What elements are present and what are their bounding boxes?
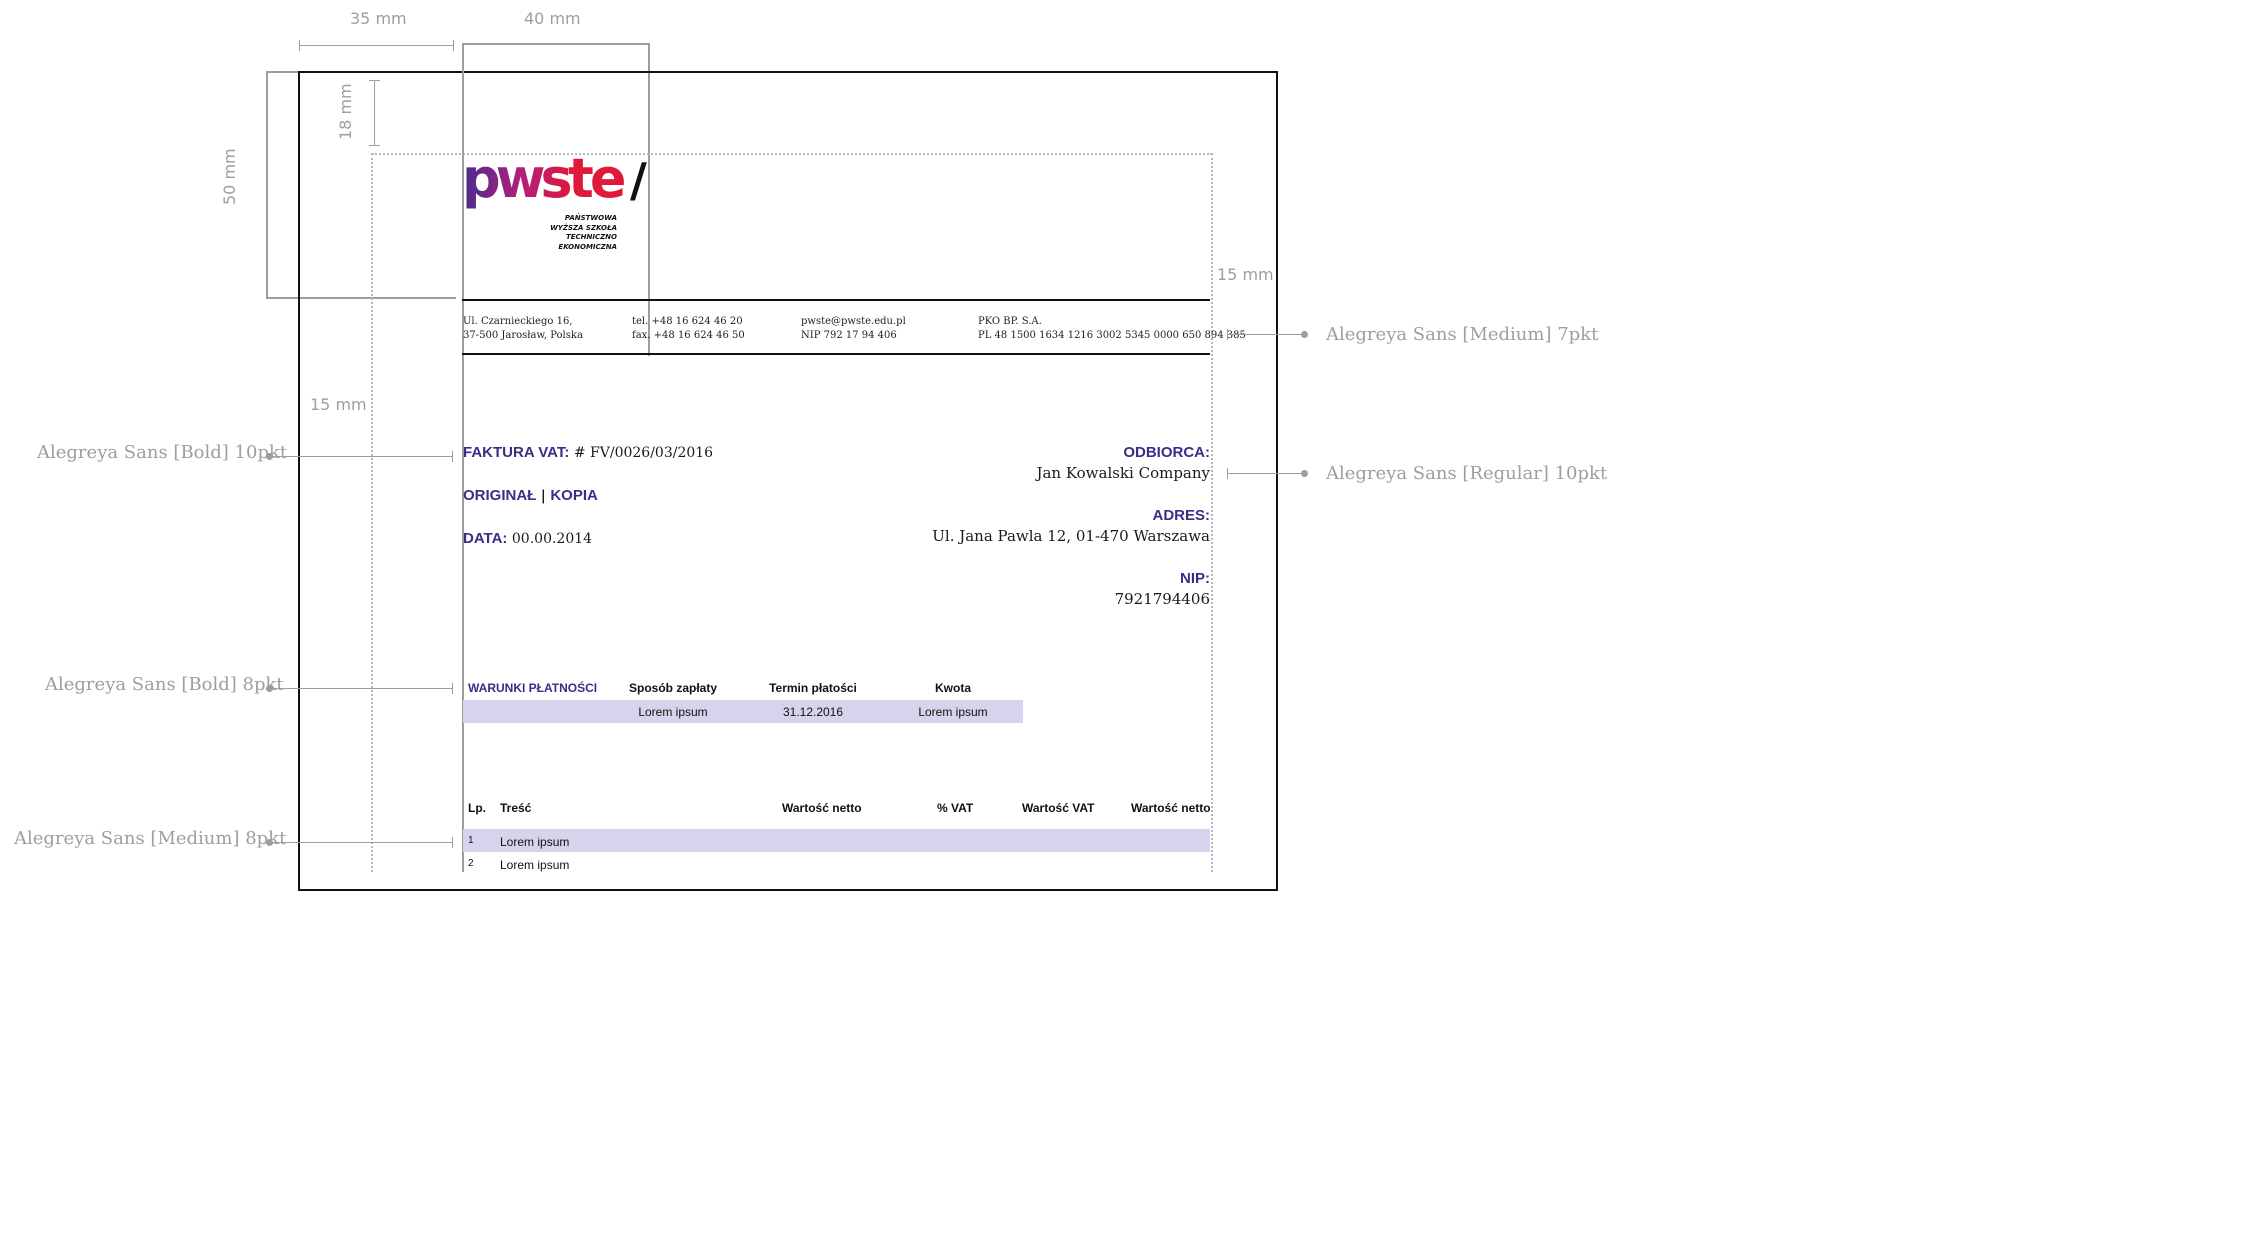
annotation-table-header-font: Alegreya Sans [Bold] 8pkt <box>45 674 284 695</box>
contact-rule-top <box>462 299 1210 301</box>
annotation-table-body-font: Alegreya Sans [Medium] 8pkt <box>14 828 287 849</box>
annotation-line-body <box>1227 473 1305 474</box>
address-line: Ul. Czarnieckiego 16, <box>463 316 573 327</box>
email-link[interactable]: pwste@pwste.edu.pl <box>801 315 906 329</box>
annotation-contact-font: Alegreya Sans [Medium] 7pkt <box>1326 324 1599 345</box>
payment-header-amount: Kwota <box>935 681 971 695</box>
payment-cell-due: 31.12.2016 <box>782 705 844 719</box>
annotation-line-table-header <box>270 688 453 689</box>
annotation-tick <box>1227 329 1228 340</box>
logo-slash: / <box>630 153 647 207</box>
logo-text-te: te <box>568 150 625 210</box>
right-margin-guide <box>1211 153 1213 872</box>
date-label: DATA: <box>463 530 508 547</box>
invoice-title: FAKTURA VAT: # FV/0026/03/2016 <box>463 444 713 462</box>
logo-line: EKONOMICZNA <box>558 242 617 251</box>
table-row-lp: 2 <box>468 858 474 869</box>
annotation-tick <box>452 837 453 848</box>
annotation-dot <box>1301 470 1308 477</box>
payment-header-due: Termin płatości <box>769 681 857 695</box>
annotation-line-contact <box>1227 334 1305 335</box>
contact-bank: PKO BP. S.A. PL 48 1500 1634 1216 3002 5… <box>978 315 1246 343</box>
dimension-left-inner-margin: 15 mm <box>310 395 367 414</box>
items-header-net-total: Wartość netto <box>1131 801 1211 815</box>
logo-line: WYŻSZA SZKOŁA <box>550 223 617 232</box>
table-row <box>463 829 1210 852</box>
copy-label[interactable]: KOPIA <box>550 487 598 504</box>
annotation-line-heading <box>270 456 453 457</box>
annotation-tick <box>1227 468 1228 479</box>
items-header-content: Treść <box>500 801 532 815</box>
invoice-number: # FV/0026/03/2016 <box>573 445 714 461</box>
dimension-tick <box>299 40 300 51</box>
contact-phone: tel. +48 16 624 46 20 fax. +48 16 624 46… <box>632 315 745 343</box>
recipient-address: Ul. Jana Pawla 12, 01-470 Warszawa <box>932 527 1210 545</box>
payment-cell-method: Lorem ipsum <box>638 705 708 719</box>
recipient-name: Jan Kowalski Company <box>1036 464 1210 482</box>
invoice-copy-type: ORIGINAŁ | KOPIA <box>463 487 598 505</box>
table-row-text: Lorem ipsum <box>500 858 570 872</box>
dimension-right-margin: 15 mm <box>1217 265 1274 284</box>
annotation-heading-font: Alegreya Sans [Bold] 10pkt <box>37 442 288 463</box>
dimension-left-margin: 35 mm <box>350 9 407 28</box>
table-row-text: Lorem ipsum <box>500 835 570 849</box>
bank-account: PL 48 1500 1634 1216 3002 5345 0000 650 … <box>978 330 1246 341</box>
recipient-nip: 7921794406 <box>1114 590 1210 608</box>
payment-header-method: Sposób zapłaty <box>628 681 717 695</box>
bank-name: PKO BP. S.A. <box>978 316 1042 327</box>
recipient-block: ODBIORCA: Jan Kowalski Company ADRES: Ul… <box>900 444 1210 608</box>
left-margin-guide <box>371 153 373 872</box>
dimension-logo-width: 40 mm <box>524 9 581 28</box>
original-label[interactable]: ORIGINAŁ <box>463 487 536 504</box>
items-header-vat-rate: % VAT <box>937 801 974 815</box>
dimension-tick <box>453 40 454 51</box>
dimension-line-35 <box>299 45 453 46</box>
annotation-tick <box>452 451 453 462</box>
annotation-line-table-body <box>270 842 453 843</box>
address-line: 37-500 Jarosław, Polska <box>463 330 583 341</box>
annotation-tick <box>452 683 453 694</box>
logo-text-pws: pws <box>462 150 571 210</box>
logo-line: PAŃSTWOWA <box>564 214 617 222</box>
items-header-net: Wartość netto <box>782 801 862 815</box>
items-header-lp: Lp. <box>468 801 486 815</box>
contact-email: pwste@pwste.edu.pl NIP 792 17 94 406 <box>801 315 906 343</box>
annotation-dot <box>1301 331 1308 338</box>
nip-text: NIP 792 17 94 406 <box>801 330 897 341</box>
date-value: 00.00.2014 <box>511 531 593 547</box>
fax-text: fax. +48 16 624 46 50 <box>632 330 745 341</box>
copy-separator: | <box>540 488 546 504</box>
invoice-title-label: FAKTURA VAT: <box>463 444 570 461</box>
annotation-body-font: Alegreya Sans [Regular] 10pkt <box>1326 463 1608 484</box>
logo: pws te / PAŃSTWOWA WYŻSZA SZKOŁA TECHNIC… <box>462 147 662 260</box>
logo-wordmark: pws te / <box>462 147 647 210</box>
nip-label: NIP: <box>1180 570 1210 587</box>
payment-table-title: WARUNKI PŁATNOŚCI <box>468 681 598 695</box>
contact-rule-bottom <box>462 353 1210 355</box>
contact-address: Ul. Czarnieckiego 16, 37-500 Jarosław, P… <box>463 315 583 343</box>
invoice-date: DATA: 00.00.2014 <box>463 530 592 548</box>
dimension-header-height: 50 mm <box>220 148 239 205</box>
items-header-vat-value: Wartość VAT <box>1022 801 1095 815</box>
tel-text: tel. +48 16 624 46 20 <box>632 316 743 327</box>
payment-cell-amount: Lorem ipsum <box>918 705 988 719</box>
table-row-lp: 1 <box>468 835 474 846</box>
logo-subtitle: PAŃSTWOWA WYŻSZA SZKOŁA TECHNICZNO EKONO… <box>522 214 617 252</box>
logo-line: TECHNICZNO <box>565 233 617 241</box>
recipient-label: ODBIORCA: <box>1123 444 1210 461</box>
address-label: ADRES: <box>1152 507 1210 524</box>
